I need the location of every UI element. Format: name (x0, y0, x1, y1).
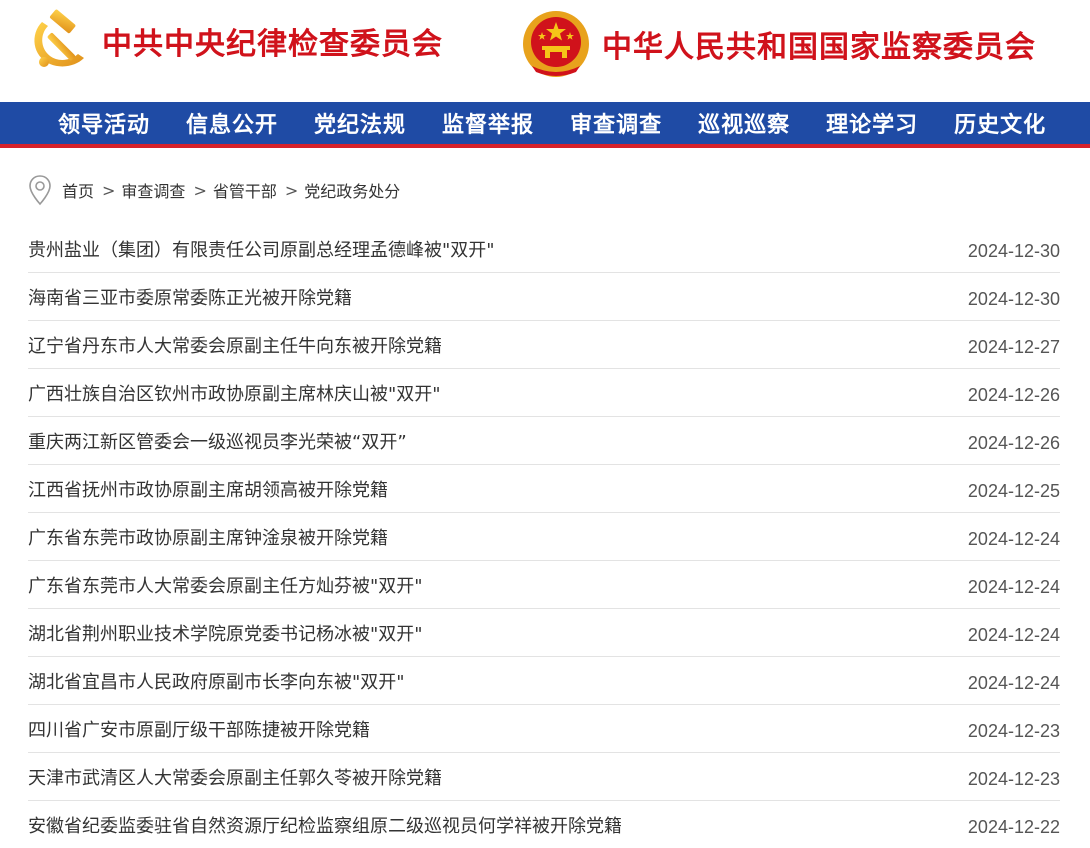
list-item: 江西省抚州市政协原副主席胡领高被开除党籍 2024-12-25 (28, 465, 1060, 513)
list-item: 湖北省荆州职业技术学院原党委书记杨冰被"双开" 2024-12-24 (28, 609, 1060, 657)
list-item: 广东省东莞市人大常委会原副主任方灿芬被"双开" 2024-12-24 (28, 561, 1060, 609)
state-title: 中华人民共和国国家监察委员会 (602, 30, 1036, 65)
breadcrumb-investigation[interactable]: 审查调查 (121, 178, 185, 202)
article-title[interactable]: 广东省东莞市人大常委会原副主任方灿芬被"双开" (28, 572, 423, 598)
location-pin-icon (29, 175, 51, 206)
nav-item-info[interactable]: 信息公开 (186, 107, 278, 139)
list-item: 湖北省宜昌市人民政府原副市长李向东被"双开" 2024-12-24 (28, 657, 1060, 705)
article-date: 2024-12-27 (967, 337, 1060, 357)
breadcrumb-home[interactable]: 首页 (62, 178, 94, 202)
article-title[interactable]: 贵州盐业（集团）有限责任公司原副总经理孟德峰被"双开" (28, 236, 495, 262)
list-item: 辽宁省丹东市人大常委会原副主任牛向东被开除党籍 2024-12-27 (28, 321, 1060, 369)
nav-item-investigation[interactable]: 审查调查 (570, 107, 662, 139)
article-date: 2024-12-26 (967, 433, 1060, 453)
article-title[interactable]: 海南省三亚市委原常委陈正光被开除党籍 (28, 284, 352, 310)
article-title[interactable]: 四川省广安市原副厅级干部陈捷被开除党籍 (28, 716, 370, 742)
breadcrumb-discipline[interactable]: 党纪政务处分 (304, 178, 400, 202)
article-title[interactable]: 天津市武清区人大常委会原副主任郭久苓被开除党籍 (28, 764, 442, 790)
article-title[interactable]: 重庆两江新区管委会一级巡视员李光荣被“双开” (28, 428, 407, 454)
article-date: 2024-12-24 (967, 625, 1060, 645)
cpc-brand[interactable]: 中共中央纪律检查委员会 (28, 8, 443, 74)
article-title[interactable]: 广西壮族自治区钦州市政协原副主席林庆山被"双开" (28, 380, 441, 406)
article-title[interactable]: 广东省东莞市政协原副主席钟淦泉被开除党籍 (28, 524, 388, 550)
nav-item-regulations[interactable]: 党纪法规 (314, 107, 406, 139)
nav-item-inspection[interactable]: 巡视巡察 (698, 107, 790, 139)
article-date: 2024-12-30 (967, 241, 1060, 261)
site-header: 中共中央纪律检查委员会 中华人民共和国国家监察委员会 (0, 0, 1090, 102)
list-item: 广东省东莞市政协原副主席钟淦泉被开除党籍 2024-12-24 (28, 513, 1060, 561)
article-list: 贵州盐业（集团）有限责任公司原副总经理孟德峰被"双开" 2024-12-30 海南… (28, 225, 1060, 848)
list-item: 海南省三亚市委原常委陈正光被开除党籍 2024-12-30 (28, 273, 1060, 321)
breadcrumb-separator: > (193, 180, 207, 200)
article-date: 2024-12-30 (967, 289, 1060, 309)
national-emblem-icon (523, 11, 589, 77)
article-date: 2024-12-24 (967, 529, 1060, 549)
article-date: 2024-12-26 (967, 385, 1060, 405)
list-item: 安徽省纪委监委驻省自然资源厅纪检监察组原二级巡视员何学祥被开除党籍 2024-12… (28, 801, 1060, 848)
article-title[interactable]: 辽宁省丹东市人大常委会原副主任牛向东被开除党籍 (28, 332, 442, 358)
breadcrumb-separator: > (102, 180, 116, 200)
list-item: 四川省广安市原副厅级干部陈捷被开除党籍 2024-12-23 (28, 705, 1060, 753)
main-nav: 领导活动 信息公开 党纪法规 监督举报 审查调查 巡视巡察 理论学习 历史文化 (0, 102, 1090, 148)
article-date: 2024-12-24 (967, 673, 1060, 693)
breadcrumb-separator: > (284, 180, 299, 200)
party-emblem-icon (34, 9, 84, 67)
nav-item-report[interactable]: 监督举报 (442, 107, 534, 139)
state-brand[interactable]: 中华人民共和国国家监察委员会 (520, 8, 1036, 80)
breadcrumb-provincial-cadres[interactable]: 省管干部 (213, 178, 277, 202)
cpc-title: 中共中央纪律检查委员会 (102, 27, 443, 62)
breadcrumb: 首页 > 审查调查 > 省管干部 > 党纪政务处分 (28, 174, 400, 206)
article-date: 2024-12-24 (967, 577, 1060, 597)
nav-item-history[interactable]: 历史文化 (954, 107, 1046, 139)
article-title[interactable]: 湖北省荆州职业技术学院原党委书记杨冰被"双开" (28, 620, 423, 646)
list-item: 广西壮族自治区钦州市政协原副主席林庆山被"双开" 2024-12-26 (28, 369, 1060, 417)
article-date: 2024-12-23 (967, 721, 1060, 741)
list-item: 贵州盐业（集团）有限责任公司原副总经理孟德峰被"双开" 2024-12-30 (28, 225, 1060, 273)
article-date: 2024-12-22 (967, 817, 1060, 837)
article-date: 2024-12-23 (967, 769, 1060, 789)
nav-item-leadership[interactable]: 领导活动 (58, 107, 150, 139)
list-item: 天津市武清区人大常委会原副主任郭久苓被开除党籍 2024-12-23 (28, 753, 1060, 801)
list-item: 重庆两江新区管委会一级巡视员李光荣被“双开” 2024-12-26 (28, 417, 1060, 465)
article-title[interactable]: 安徽省纪委监委驻省自然资源厅纪检监察组原二级巡视员何学祥被开除党籍 (28, 812, 622, 838)
nav-item-theory[interactable]: 理论学习 (826, 107, 918, 139)
article-title[interactable]: 江西省抚州市政协原副主席胡领高被开除党籍 (28, 476, 388, 502)
article-date: 2024-12-25 (967, 481, 1060, 501)
article-title[interactable]: 湖北省宜昌市人民政府原副市长李向东被"双开" (28, 668, 405, 694)
